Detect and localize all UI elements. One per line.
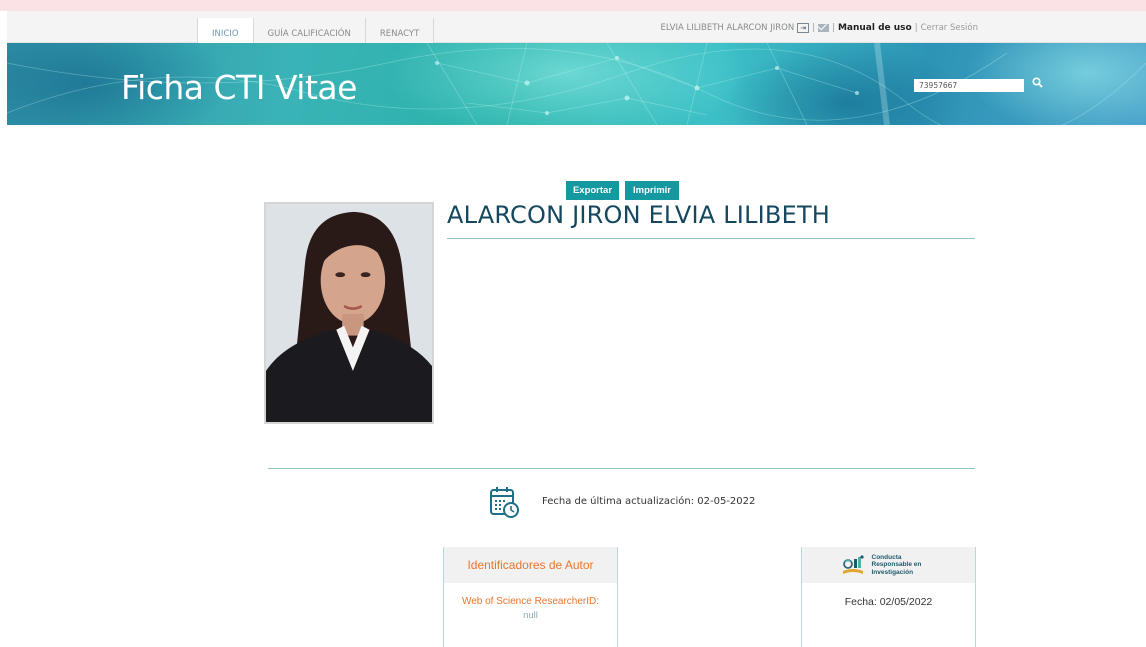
search-icon [1032,77,1043,88]
conducta-fecha: Fecha: 02/05/2022 [844,596,933,608]
conducta-header[interactable]: Conducta Responsable en Investigación [802,547,975,583]
separator: | [832,23,835,33]
section-divider [268,468,975,469]
cerrar-sesion-link[interactable]: Cerrar Sesión [921,23,978,33]
last-update-date: Fecha de última actualización: 02-05-202… [542,496,756,507]
export-button[interactable]: Exportar [566,181,619,200]
search-input[interactable] [914,79,1024,92]
conducta-icon [842,555,864,574]
user-name[interactable]: ELVIA LILIBETH ALARCON JIRON [661,23,795,33]
manual-de-uso-link[interactable]: Manual de uso [838,23,912,33]
wos-label: Web of Science ResearcherID: [461,596,600,607]
conducta-label: Conducta Responsable en Investigación [871,553,922,576]
mail-icon[interactable] [818,24,830,32]
calendar-clock-icon [490,487,519,518]
page-title: Ficha CTI Vitae [121,68,357,107]
researcher-name: ALARCON JIRON ELVIA LILIBETH [447,201,831,229]
separator: | [914,23,918,33]
search-button[interactable] [1032,77,1050,93]
top-navbar: INICIO GUÍA CALIFICACIÓN RENACYT ELVIA L… [7,11,1146,50]
separator: | [812,23,816,33]
profile-photo [264,202,434,424]
panel-title: Identificadores de Autor [444,547,617,583]
author-identifiers-panel: Identificadores de Autor Web of Science … [443,547,618,647]
logout-icon[interactable]: ⇥ [797,23,810,33]
conducta-responsable-panel: Conducta Responsable en Investigación Fe… [801,547,976,647]
top-stripe [0,0,1146,11]
name-divider [447,238,975,239]
print-button[interactable]: Imprimir [625,181,679,200]
user-area: ELVIA LILIBETH ALARCON JIRON ⇥ | | Manua… [661,23,978,33]
wos-value: null [523,610,538,621]
header-banner: Ficha CTI Vitae [7,43,1146,125]
